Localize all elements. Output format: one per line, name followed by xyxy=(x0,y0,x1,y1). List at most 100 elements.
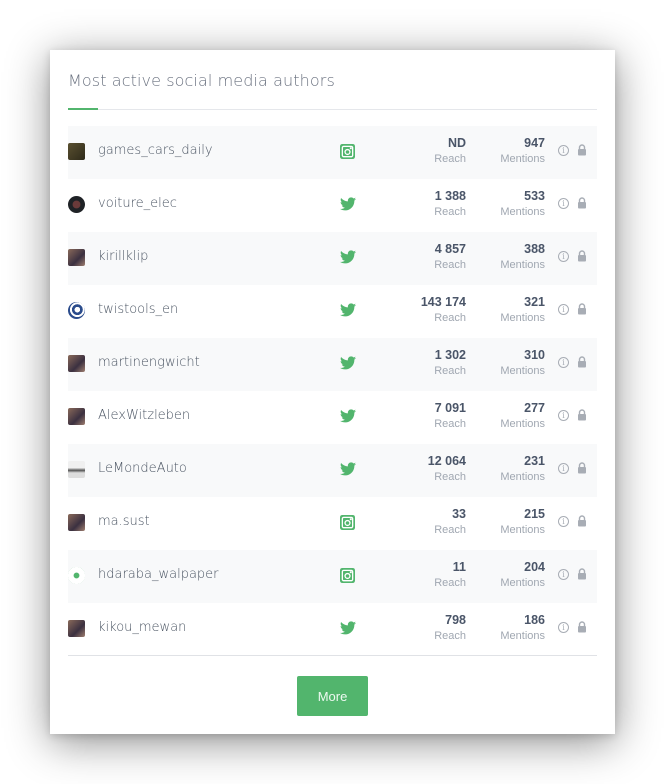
lock-icon[interactable] xyxy=(577,462,587,474)
reach-label: Reach xyxy=(434,524,466,536)
author-name[interactable]: AlexWitzleben xyxy=(98,408,190,423)
more-button[interactable]: More xyxy=(297,676,368,716)
info-icon[interactable]: i xyxy=(558,463,569,474)
author-name[interactable]: martinengwicht xyxy=(98,355,200,370)
twitter-icon xyxy=(340,250,356,265)
info-icon[interactable]: i xyxy=(558,251,569,262)
author-avatar[interactable] xyxy=(68,143,85,160)
info-icon[interactable]: i xyxy=(558,569,569,580)
reach-label: Reach xyxy=(434,259,466,271)
author-avatar[interactable] xyxy=(68,196,85,213)
author-name[interactable]: twistools_en xyxy=(98,302,178,317)
title-accent-bar xyxy=(68,108,98,110)
info-icon[interactable]: i xyxy=(558,145,569,156)
reach-cell: 798 Reach xyxy=(434,613,466,644)
reach-cell: 1 388 Reach xyxy=(434,189,466,220)
twitter-icon xyxy=(340,462,356,477)
reach-value: 33 xyxy=(452,507,466,521)
reach-label: Reach xyxy=(434,153,466,165)
twitter-icon xyxy=(340,409,356,424)
reach-cell: 1 302 Reach xyxy=(434,348,466,379)
author-row[interactable]: twistools_en 143 174 Reach 321 Mentions … xyxy=(68,285,597,338)
author-row[interactable]: hdaraba_walpaper 11 Reach 204 Mentions i xyxy=(68,550,597,603)
author-row[interactable]: LeMondeAuto 12 064 Reach 231 Mentions i xyxy=(68,444,597,497)
info-icon[interactable]: i xyxy=(558,410,569,421)
reach-value: 143 174 xyxy=(420,295,466,309)
reach-label: Reach xyxy=(434,418,466,430)
reach-value: 7 091 xyxy=(434,401,466,415)
mentions-value: 204 xyxy=(524,560,545,574)
author-avatar[interactable] xyxy=(68,620,85,637)
mentions-cell: 277 Mentions xyxy=(500,401,545,432)
widget-title: Most active social media authors xyxy=(68,71,335,90)
mentions-cell: 231 Mentions xyxy=(500,454,545,485)
author-row[interactable]: kikou_mewan 798 Reach 186 Mentions i xyxy=(68,603,597,656)
lock-icon[interactable] xyxy=(577,568,587,580)
lock-icon[interactable] xyxy=(577,515,587,527)
reach-value: 798 xyxy=(445,613,466,627)
title-divider xyxy=(68,109,597,110)
mentions-label: Mentions xyxy=(500,418,545,430)
info-icon[interactable]: i xyxy=(558,357,569,368)
lock-icon[interactable] xyxy=(577,303,587,315)
reach-value: 1 388 xyxy=(434,189,466,203)
author-avatar[interactable] xyxy=(68,514,85,531)
mentions-value: 388 xyxy=(524,242,545,256)
reach-label: Reach xyxy=(434,471,466,483)
author-name[interactable]: kirillklip xyxy=(98,249,148,264)
lock-icon[interactable] xyxy=(577,356,587,368)
info-icon[interactable]: i xyxy=(558,516,569,527)
author-name[interactable]: ma.sust xyxy=(98,514,150,529)
author-name[interactable]: LeMondeAuto xyxy=(98,461,187,476)
reach-value: 1 302 xyxy=(434,348,466,362)
reach-label: Reach xyxy=(434,630,466,642)
lock-icon[interactable] xyxy=(577,409,587,421)
lock-icon[interactable] xyxy=(577,250,587,262)
reach-value: 11 xyxy=(452,560,466,574)
reach-label: Reach xyxy=(434,312,466,324)
lock-icon[interactable] xyxy=(577,621,587,633)
mentions-label: Mentions xyxy=(500,630,545,642)
author-name[interactable]: kikou_mewan xyxy=(98,620,186,635)
author-name[interactable]: games_cars_daily xyxy=(98,143,213,158)
reach-value: 4 857 xyxy=(434,242,466,256)
author-row[interactable]: AlexWitzleben 7 091 Reach 277 Mentions i xyxy=(68,391,597,444)
reach-cell: 33 Reach xyxy=(434,507,466,538)
author-name[interactable]: voiture_elec xyxy=(98,196,177,211)
reach-cell: 11 Reach xyxy=(434,560,466,591)
mentions-cell: 204 Mentions xyxy=(500,560,545,591)
author-name[interactable]: hdaraba_walpaper xyxy=(98,567,219,582)
author-avatar[interactable] xyxy=(68,302,85,319)
author-avatar[interactable] xyxy=(68,249,85,266)
authors-widget: Most active social media authors games_c… xyxy=(50,50,615,734)
reach-label: Reach xyxy=(434,365,466,377)
mentions-label: Mentions xyxy=(500,577,545,589)
mentions-label: Mentions xyxy=(500,153,545,165)
info-icon[interactable]: i xyxy=(558,622,569,633)
author-avatar[interactable] xyxy=(68,461,85,478)
lock-icon[interactable] xyxy=(577,144,587,156)
author-row[interactable]: games_cars_daily ND Reach 947 Mentions i xyxy=(68,126,597,179)
mentions-label: Mentions xyxy=(500,524,545,536)
lock-icon[interactable] xyxy=(577,197,587,209)
author-avatar[interactable] xyxy=(68,355,85,372)
author-avatar[interactable] xyxy=(68,567,85,584)
author-row[interactable]: ma.sust 33 Reach 215 Mentions i xyxy=(68,497,597,550)
twitter-icon xyxy=(340,303,356,318)
reach-cell: ND Reach xyxy=(434,136,466,167)
author-row[interactable]: voiture_elec 1 388 Reach 533 Mentions i xyxy=(68,179,597,232)
author-row[interactable]: kirillklip 4 857 Reach 388 Mentions i xyxy=(68,232,597,285)
mentions-label: Mentions xyxy=(500,259,545,271)
author-avatar[interactable] xyxy=(68,408,85,425)
twitter-icon xyxy=(340,621,356,636)
twitter-icon xyxy=(340,356,356,371)
reach-cell: 143 174 Reach xyxy=(421,295,466,326)
mentions-cell: 321 Mentions xyxy=(500,295,545,326)
mentions-cell: 186 Mentions xyxy=(500,613,545,644)
info-icon[interactable]: i xyxy=(558,304,569,315)
mentions-value: 947 xyxy=(524,136,545,150)
mentions-cell: 388 Mentions xyxy=(500,242,545,273)
info-icon[interactable]: i xyxy=(558,198,569,209)
author-row[interactable]: martinengwicht 1 302 Reach 310 Mentions … xyxy=(68,338,597,391)
instagram-icon xyxy=(340,515,355,530)
